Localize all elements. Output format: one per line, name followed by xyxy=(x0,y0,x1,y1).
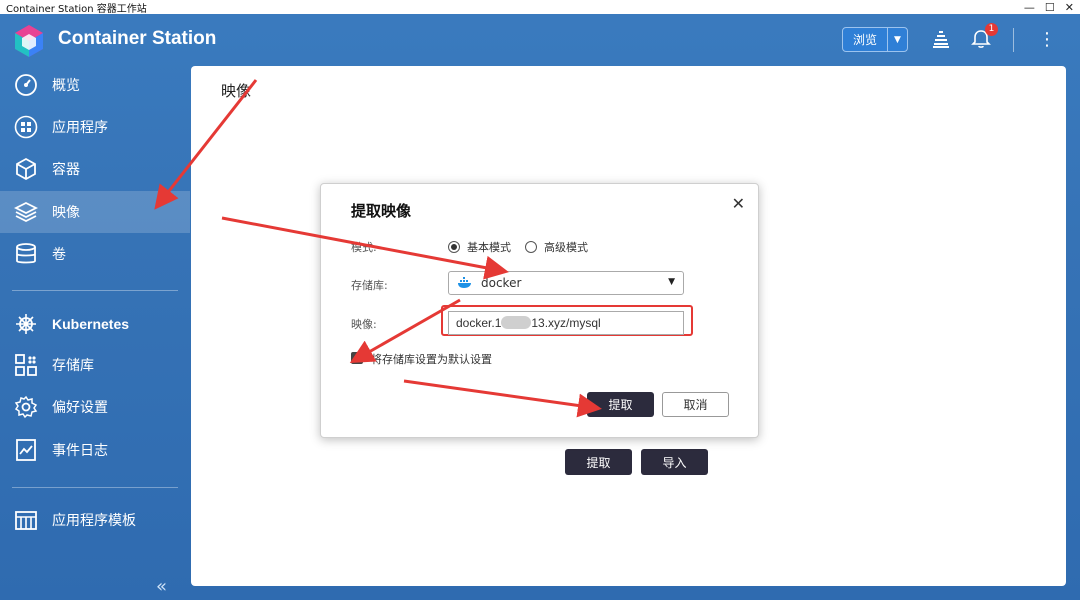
sidebar-item-label: 偏好设置 xyxy=(52,399,108,415)
sidebar-item-event-log[interactable]: 事件日志 xyxy=(0,429,190,471)
dialog-title: 提取映像 xyxy=(351,202,412,220)
sidebar-item-label: 应用程序 xyxy=(52,119,108,135)
sidebar-item-label: 概览 xyxy=(52,77,80,93)
repository-select[interactable]: docker ▼ xyxy=(448,271,684,295)
sidebar: 概览 应用程序 容器 映像 卷 Kubernetes 存储库 偏好设置 事件日志… xyxy=(0,64,190,600)
browse-dropdown-button[interactable]: 浏览 ▼ xyxy=(842,27,908,52)
repository-value: docker xyxy=(481,276,522,290)
app-header: Container Station 浏览 ▼ 1 ⋮ xyxy=(0,14,1080,66)
app-name: Container Station xyxy=(58,28,217,49)
set-default-checkbox[interactable]: ✓ xyxy=(351,352,363,364)
sidebar-item-containers[interactable]: 容器 xyxy=(0,148,190,190)
repository-label: 存储库: xyxy=(351,279,388,292)
sidebar-item-app-templates[interactable]: 应用程序模板 xyxy=(0,499,190,541)
advanced-mode-label: 高级模式 xyxy=(544,241,588,254)
sidebar-item-repositories[interactable]: 存储库 xyxy=(0,344,190,386)
close-icon[interactable]: ✕ xyxy=(732,194,745,213)
close-window-icon[interactable]: ✕ xyxy=(1065,1,1074,14)
sidebar-item-label: Kubernetes xyxy=(52,316,130,332)
sidebar-item-label: 容器 xyxy=(52,161,80,177)
browse-label: 浏览 xyxy=(852,33,877,47)
cube-icon xyxy=(13,156,39,182)
image-input[interactable]: docker.1 13.xyz/mysql xyxy=(448,311,684,335)
image-value-suffix: 13.xyz/mysql xyxy=(531,316,601,330)
container-station-logo-icon xyxy=(15,25,43,57)
layers-icon xyxy=(13,199,39,225)
advanced-mode-radio[interactable]: 高级模式 xyxy=(525,239,588,255)
log-icon xyxy=(13,437,39,463)
more-options-icon[interactable]: ⋮ xyxy=(1038,30,1056,52)
minimize-icon[interactable]: — xyxy=(1024,1,1035,14)
image-label: 映像: xyxy=(351,318,377,331)
redacted-region xyxy=(501,316,532,329)
sidebar-item-volumes[interactable]: 卷 xyxy=(0,233,190,275)
dialog-pull-button[interactable]: 提取 xyxy=(587,392,654,417)
set-default-label: 将存储库设置为默认设置 xyxy=(371,353,492,366)
database-icon xyxy=(13,241,39,267)
radio-unselected-icon xyxy=(525,241,537,253)
sidebar-item-kubernetes[interactable]: Kubernetes xyxy=(0,303,190,345)
gear-icon xyxy=(13,394,39,420)
dashboard-icon xyxy=(13,72,39,98)
sidebar-item-label: 事件日志 xyxy=(52,442,108,458)
repository-icon xyxy=(13,352,39,378)
maximize-icon[interactable]: ☐ xyxy=(1045,1,1055,14)
collapse-sidebar-icon[interactable]: « xyxy=(156,576,167,597)
image-value-prefix: docker.1 xyxy=(456,316,502,330)
mode-label: 模式: xyxy=(351,241,377,254)
basic-mode-radio[interactable]: 基本模式 xyxy=(448,239,511,255)
sidebar-item-overview[interactable]: 概览 xyxy=(0,64,190,106)
caret-down-icon: ▼ xyxy=(894,34,901,45)
helm-wheel-icon xyxy=(13,311,39,337)
sidebar-divider xyxy=(12,487,178,488)
sidebar-item-label: 映像 xyxy=(52,204,80,220)
docker-whale-icon xyxy=(458,277,471,288)
pull-image-dialog: 提取映像 ✕ 模式: 基本模式 高级模式 存储库: docker ▼ 映像: d… xyxy=(320,183,759,438)
window-titlebar: Container Station 容器工作站 — ☐ ✕ xyxy=(0,0,1080,15)
notification-badge: 1 xyxy=(985,23,998,36)
pull-image-button[interactable]: 提取 xyxy=(565,449,632,475)
dialog-cancel-button[interactable]: 取消 xyxy=(662,392,729,417)
page-title: 映像 xyxy=(221,82,252,100)
sidebar-item-applications[interactable]: 应用程序 xyxy=(0,106,190,148)
header-divider xyxy=(1013,28,1014,52)
window-title: Container Station 容器工作站 xyxy=(6,3,147,15)
apps-icon xyxy=(13,114,39,140)
sidebar-item-label: 存储库 xyxy=(52,357,94,373)
stack-status-icon[interactable] xyxy=(930,28,952,50)
caret-down-icon: ▼ xyxy=(668,277,675,287)
template-icon xyxy=(13,507,39,533)
radio-selected-icon xyxy=(448,241,460,253)
sidebar-item-images[interactable]: 映像 xyxy=(0,191,190,233)
window-controls: — ☐ ✕ xyxy=(1024,0,1074,14)
basic-mode-label: 基本模式 xyxy=(467,241,511,254)
sidebar-divider xyxy=(12,290,178,291)
sidebar-item-preferences[interactable]: 偏好设置 xyxy=(0,386,190,428)
sidebar-item-label: 卷 xyxy=(52,246,66,262)
sidebar-item-label: 应用程序模板 xyxy=(52,512,136,528)
import-image-button[interactable]: 导入 xyxy=(641,449,708,475)
